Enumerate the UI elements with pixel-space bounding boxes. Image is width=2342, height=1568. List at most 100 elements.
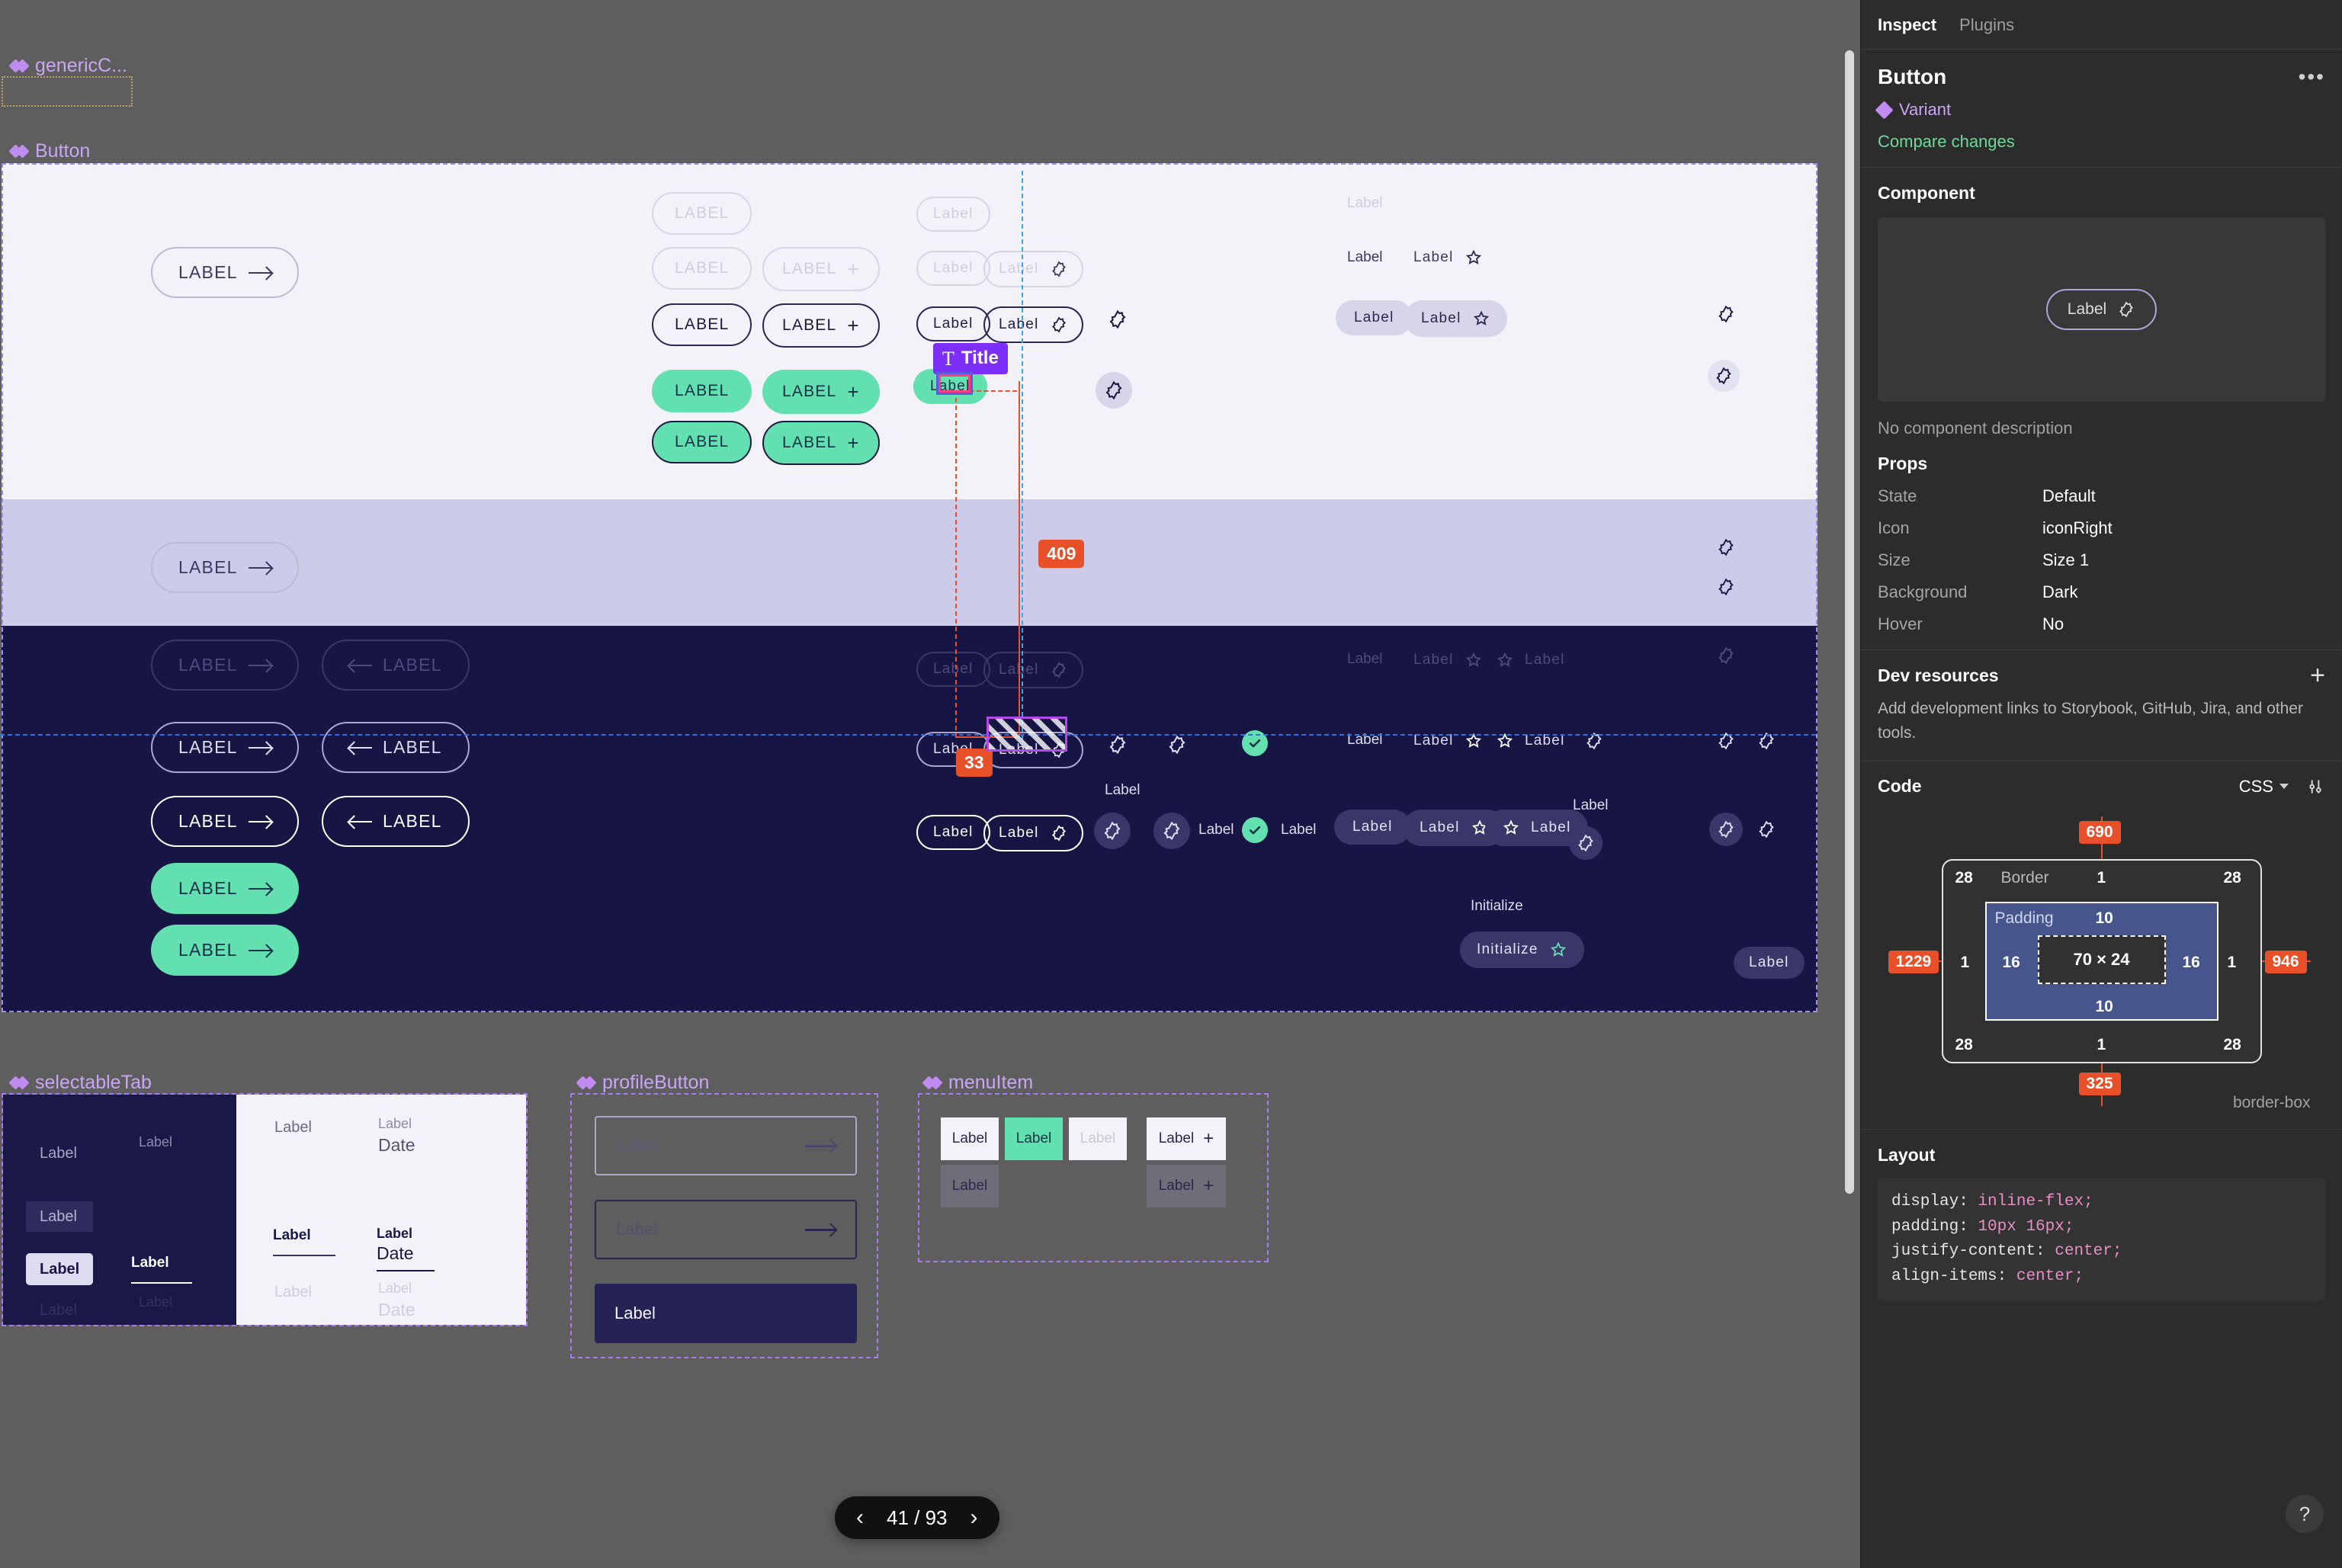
more-options-icon[interactable]: ••• bbox=[2299, 72, 2325, 82]
button-label-star-lav[interactable]: Label bbox=[1404, 300, 1507, 337]
button-label-dark-sm-faint[interactable]: Label bbox=[916, 652, 990, 687]
prop-value[interactable]: Default bbox=[2042, 486, 2096, 506]
gear-icon-dk-circle-4[interactable] bbox=[1709, 813, 1743, 846]
button-label-gear-outline[interactable]: Label bbox=[983, 306, 1083, 343]
tab-item-10[interactable]: Label bbox=[274, 1284, 312, 1301]
page-navigator[interactable]: ‹ 41 / 93 › bbox=[835, 1496, 999, 1539]
button-arrow-label-dark-white[interactable]: LABEL bbox=[322, 796, 470, 847]
button-label-arrow-lav[interactable]: LABEL bbox=[151, 542, 299, 593]
button-label-arrow-green-1[interactable]: LABEL bbox=[151, 863, 299, 914]
button-label-outline[interactable]: LABEL bbox=[652, 303, 752, 346]
gear-icon-button-4[interactable] bbox=[1714, 575, 1738, 599]
text-star-label-dk-faint[interactable]: Label bbox=[1496, 648, 1565, 672]
gear-icon-dark-circle-2[interactable] bbox=[1153, 813, 1190, 849]
menu-item-3-disabled[interactable]: Label bbox=[1069, 1117, 1127, 1160]
selected-node-hatched[interactable] bbox=[987, 717, 1067, 752]
check-circle-icon-2[interactable] bbox=[1242, 817, 1268, 843]
layout-code-block[interactable]: display: inline-flex; padding: 10px 16px… bbox=[1878, 1178, 2325, 1301]
button-label-plus-faint[interactable]: LABEL + bbox=[762, 247, 880, 291]
frame-label-selectabletab[interactable]: selectableTab bbox=[11, 1072, 152, 1094]
menu-item-4[interactable]: Label bbox=[941, 1165, 999, 1207]
button-label-arrow-dark-mid[interactable]: LABEL bbox=[151, 722, 299, 773]
button-label-lav[interactable]: Label bbox=[1336, 300, 1413, 335]
gear-icon-button-circle[interactable] bbox=[1096, 372, 1132, 409]
code-language-select[interactable]: CSS bbox=[2239, 777, 2289, 797]
canvas-scrollbar-vertical[interactable] bbox=[1845, 50, 1854, 1194]
button-label-dk-fill[interactable]: Label bbox=[1334, 810, 1411, 845]
frame-label-menuitem[interactable]: menuItem bbox=[924, 1072, 1033, 1094]
add-dev-resource-button[interactable]: + bbox=[2310, 667, 2325, 685]
prop-value[interactable]: Dark bbox=[2042, 582, 2077, 602]
menu-item-2-active[interactable]: Label bbox=[1005, 1117, 1063, 1160]
button-label-arrow-dark-disabled[interactable]: LABEL bbox=[151, 640, 299, 691]
button-label-arrow[interactable]: LABEL bbox=[151, 247, 299, 298]
gear-icon-dk-faint[interactable] bbox=[1714, 643, 1738, 668]
button-initialize-star[interactable]: Initialize bbox=[1460, 932, 1584, 968]
text-label-star-dk[interactable]: Label bbox=[1413, 729, 1483, 753]
gear-icon-dk-circle-5[interactable] bbox=[1754, 817, 1779, 842]
tab-item-7[interactable]: Label Date bbox=[378, 1116, 415, 1156]
prop-value[interactable]: Size 1 bbox=[2042, 550, 2089, 570]
gear-icon-dk-row2[interactable] bbox=[1582, 729, 1606, 753]
button-label-arrow-dark-white[interactable]: LABEL bbox=[151, 796, 299, 847]
gear-icon-dk-row2-c[interactable] bbox=[1754, 729, 1779, 753]
gear-icon-dark-2[interactable] bbox=[1164, 732, 1190, 758]
button-label-plus-green-bordered[interactable]: LABEL + bbox=[762, 421, 880, 465]
button-label-green[interactable]: LABEL bbox=[652, 370, 752, 412]
button-label-sm-faint[interactable]: Label bbox=[916, 197, 990, 232]
gear-icon-dk-circle-3[interactable] bbox=[1569, 826, 1603, 860]
code-settings-icon[interactable] bbox=[2305, 777, 2325, 797]
text-star-label-dk[interactable]: Label bbox=[1496, 729, 1565, 753]
button-label-sm-1[interactable]: Label bbox=[916, 251, 990, 286]
next-page-button[interactable]: › bbox=[970, 1506, 978, 1529]
button-label-green-bordered[interactable]: LABEL bbox=[652, 421, 752, 463]
menu-item-5-plus[interactable]: Label + bbox=[1147, 1117, 1226, 1160]
compare-changes-link[interactable]: Compare changes bbox=[1878, 132, 2325, 152]
button-label-gear-dark-faint[interactable]: Label bbox=[983, 652, 1083, 688]
tab-item-6[interactable]: Label bbox=[274, 1119, 312, 1137]
profile-button-outline[interactable]: Label bbox=[595, 1200, 857, 1259]
profile-button-filled[interactable]: Label bbox=[595, 1284, 857, 1343]
menu-item-6-plus[interactable]: Label + bbox=[1147, 1165, 1226, 1207]
gear-icon-dark-1[interactable] bbox=[1105, 732, 1131, 758]
button-arrow-label-dark-mid[interactable]: LABEL bbox=[322, 722, 470, 773]
profile-button-faint[interactable]: Label bbox=[595, 1116, 857, 1175]
design-canvas[interactable]: genericC... Button LABEL LABEL LABEL bbox=[0, 0, 1860, 1568]
menuitem-frame[interactable]: Label Label Label Label Label + Label + bbox=[918, 1093, 1269, 1262]
button-label-gear-dark-white[interactable]: Label bbox=[983, 815, 1083, 851]
prop-value[interactable]: No bbox=[2042, 614, 2064, 634]
selectabletab-frame[interactable]: Label Label Label Label Label Label Labe… bbox=[2, 1093, 528, 1326]
button-label-arrow-green-2[interactable]: LABEL bbox=[151, 925, 299, 976]
tab-item-underlined[interactable]: Label bbox=[131, 1255, 192, 1284]
text-label-star[interactable]: Label bbox=[1413, 245, 1483, 270]
variant-row[interactable]: Variant bbox=[1878, 100, 2325, 120]
gear-icon-button-2[interactable] bbox=[1714, 302, 1738, 326]
tab-item-9[interactable]: Label Date bbox=[377, 1226, 435, 1271]
button-label-plus-outline[interactable]: LABEL + bbox=[762, 303, 880, 348]
button-label-disabled[interactable]: LABEL bbox=[652, 192, 752, 235]
frame-label-button[interactable]: Button bbox=[11, 140, 90, 162]
prev-page-button[interactable]: ‹ bbox=[856, 1506, 864, 1529]
profilebutton-frame[interactable]: Label Label Label bbox=[570, 1093, 878, 1358]
text-label-star-dk-faint[interactable]: Label bbox=[1413, 648, 1483, 672]
tab-item-5[interactable]: Label bbox=[139, 1294, 172, 1310]
prop-value[interactable]: iconRight bbox=[2042, 518, 2113, 538]
tab-item-2[interactable]: Label bbox=[139, 1134, 172, 1150]
button-label-plus-green[interactable]: LABEL + bbox=[762, 370, 880, 414]
button-label-gear-faint[interactable]: Label bbox=[983, 251, 1083, 287]
component-preview[interactable]: Label bbox=[1878, 217, 2325, 402]
button-label-faint[interactable]: LABEL bbox=[652, 247, 752, 290]
button-label-dk-fill-2[interactable]: Label bbox=[1734, 947, 1805, 979]
button-label-dark-white-sm[interactable]: Label bbox=[916, 815, 990, 850]
help-button[interactable]: ? bbox=[2286, 1495, 2324, 1533]
menu-item-1[interactable]: Label bbox=[941, 1117, 999, 1160]
tab-item-3[interactable]: Label bbox=[26, 1201, 93, 1232]
tab-item-selected[interactable]: Label bbox=[26, 1253, 93, 1285]
gear-icon-button-1[interactable] bbox=[1105, 306, 1131, 332]
tab-item-8[interactable]: Label bbox=[273, 1227, 335, 1256]
tab-plugins[interactable]: Plugins bbox=[1959, 15, 2014, 35]
gear-icon-button-circle-2[interactable] bbox=[1708, 360, 1740, 392]
tab-item-1[interactable]: Label bbox=[40, 1145, 77, 1162]
tab-inspect[interactable]: Inspect bbox=[1878, 15, 1936, 35]
tab-item-11[interactable]: Label Date bbox=[378, 1281, 415, 1320]
